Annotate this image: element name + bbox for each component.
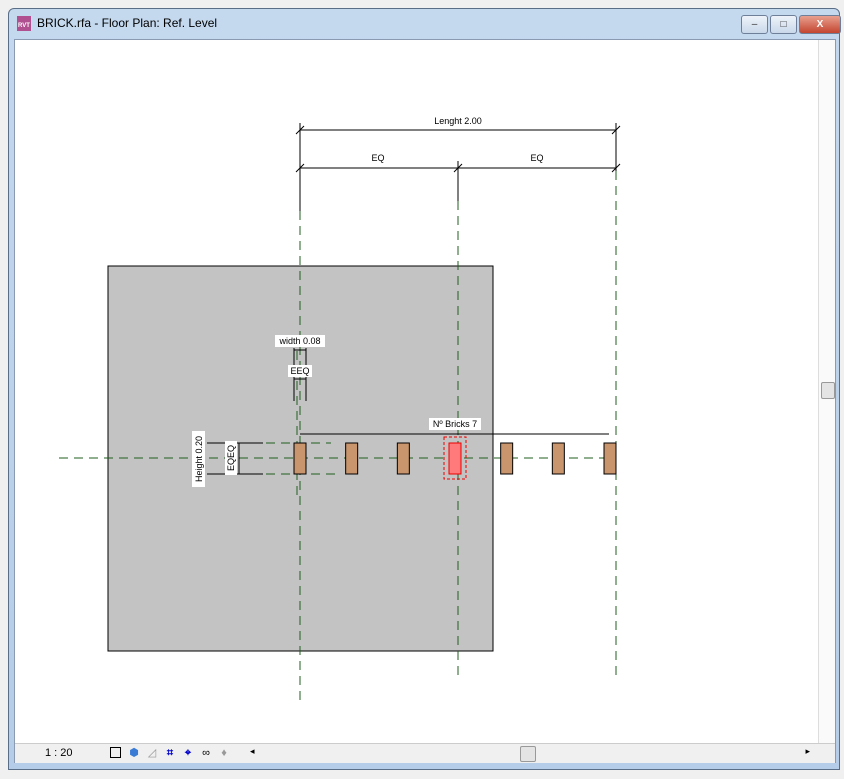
scale-selector[interactable]: 1 : 20 (45, 747, 73, 759)
horizontal-scrollbar[interactable]: ◂ ▸ (250, 746, 810, 762)
eq-right-label[interactable]: EQ (530, 153, 543, 163)
show-crop-region-icon[interactable]: ⌖ (182, 747, 194, 759)
brick-selected[interactable] (448, 442, 462, 475)
drawing-area[interactable]: Lenght 2.00 EQ EQ width 0.08 EEQ Nº Bric… (14, 39, 836, 763)
brick[interactable] (396, 442, 410, 475)
eq-left-label[interactable]: EQ (371, 153, 384, 163)
vertical-scroll-thumb[interactable] (821, 382, 835, 399)
crop-view-icon[interactable]: ⌗ (164, 747, 176, 759)
brick[interactable] (293, 442, 307, 475)
brick[interactable] (551, 442, 565, 475)
brick[interactable] (345, 442, 359, 475)
detail-level-icon[interactable] (110, 747, 121, 758)
visual-style-icon[interactable]: ⬢ (128, 747, 140, 759)
horizontal-scroll-thumb[interactable] (520, 746, 536, 762)
width-eq-label[interactable]: EEQ (290, 366, 309, 376)
view-window: RVT BRICK.rfa - Floor Plan: Ref. Level –… (8, 8, 841, 770)
brick[interactable] (603, 442, 617, 475)
revit-file-icon: RVT (17, 16, 31, 31)
length-dimension-label[interactable]: Lenght 2.00 (434, 116, 482, 126)
vertical-scrollbar[interactable] (818, 40, 835, 743)
window-title: BRICK.rfa - Floor Plan: Ref. Level (37, 16, 218, 30)
maximize-button[interactable]: □ (770, 15, 797, 34)
width-dimension-label[interactable]: width 0.08 (278, 336, 320, 346)
minimize-button[interactable]: – (741, 15, 768, 34)
scroll-right-icon[interactable]: ▸ (805, 746, 810, 757)
bricks-count-label[interactable]: Nº Bricks 7 (433, 419, 477, 429)
close-button[interactable]: X (799, 15, 841, 34)
scroll-left-icon[interactable]: ◂ (250, 746, 255, 757)
view-control-bar: 1 : 20 ⬢ ◿ ⌗ ⌖ ∞ ♦ ◂ ▸ (15, 743, 835, 763)
brick[interactable] (500, 442, 514, 475)
title-bar[interactable]: RVT BRICK.rfa - Floor Plan: Ref. Level –… (9, 9, 841, 37)
height-eq-label[interactable]: EQEQ (226, 445, 236, 471)
height-dimension-label[interactable]: Height 0.20 (194, 436, 204, 482)
temporary-hide-icon[interactable]: ∞ (200, 747, 212, 759)
reveal-hidden-icon[interactable]: ♦ (218, 747, 230, 759)
sun-path-icon[interactable]: ◿ (146, 747, 158, 759)
